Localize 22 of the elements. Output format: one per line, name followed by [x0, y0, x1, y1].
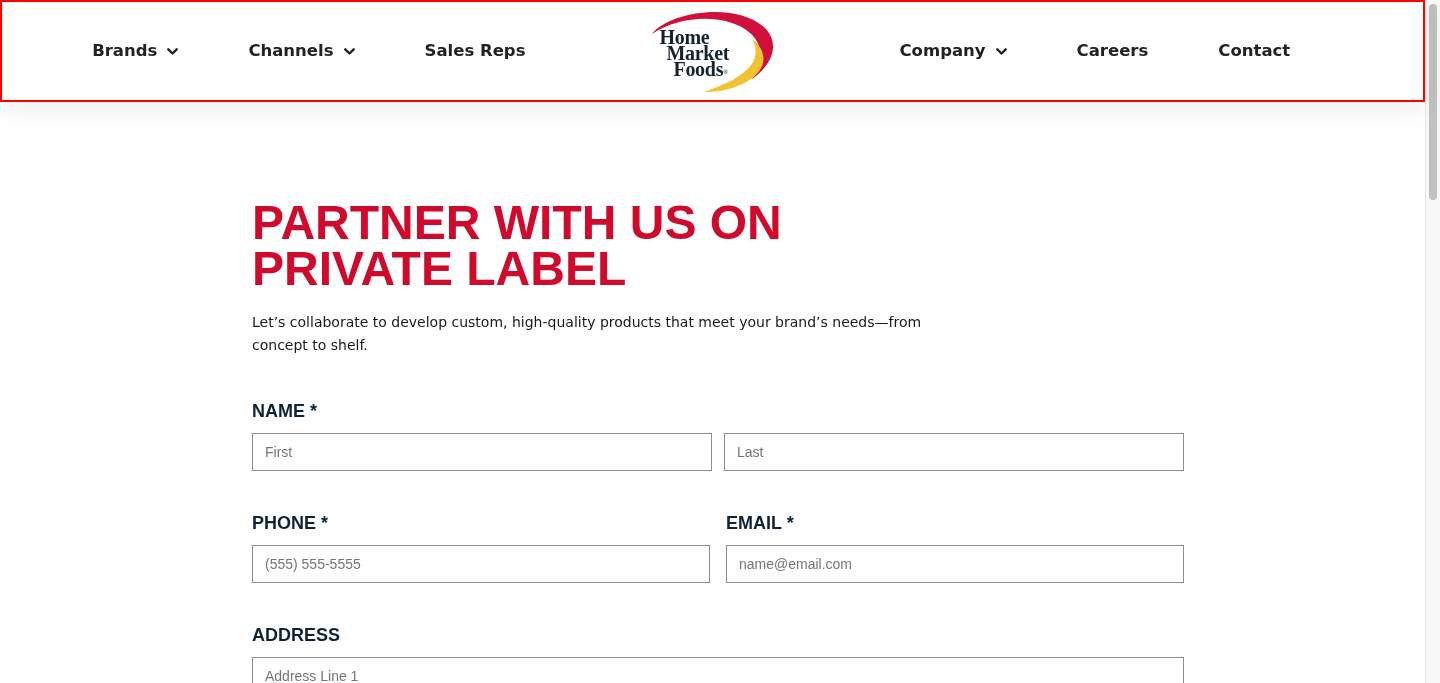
nav-link[interactable]: Company: [899, 40, 1007, 62]
chevron-down-icon: [167, 47, 179, 55]
input-field[interactable]: name@email.com: [726, 545, 1184, 583]
scrollbar-track[interactable]: [1425, 0, 1440, 683]
field-label: ADDRESS: [252, 624, 341, 646]
nav-link[interactable]: Channels: [248, 40, 355, 62]
nav-link[interactable]: Sales Reps: [424, 40, 526, 62]
nav-link[interactable]: Contact: [1218, 40, 1291, 62]
field-label: PHONE *: [252, 512, 330, 534]
nav-link[interactable]: Brands: [92, 40, 179, 62]
field-label: NAME *: [252, 400, 318, 422]
chevron-down-icon: [995, 47, 1007, 55]
intro-text: Let’s collaborate to develop custom, high-quality products that meet your brand’s needs—from concept to shelf.: [252, 313, 923, 355]
scrollbar-thumb[interactable]: [1429, 4, 1437, 200]
nav-link[interactable]: Careers: [1076, 40, 1149, 62]
input-field[interactable]: Address Line 1: [252, 657, 1184, 683]
chevron-down-icon: [343, 47, 355, 55]
input-field[interactable]: (555) 555-5555: [252, 545, 710, 583]
input-field[interactable]: Last: [724, 433, 1184, 471]
field-label: EMAIL *: [726, 512, 795, 534]
page-title: PARTNER WITH US ON PRIVATE LABEL: [252, 200, 783, 292]
input-field[interactable]: First: [252, 433, 712, 471]
